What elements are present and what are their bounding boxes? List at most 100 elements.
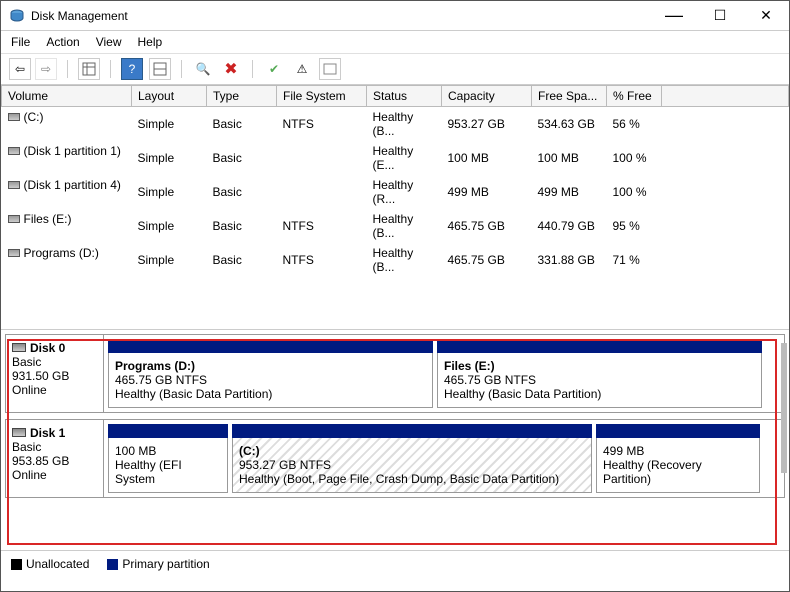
volume-capacity: 100 MB [442,141,532,175]
partition-body[interactable]: Files (E:)465.75 GB NTFS Healthy (Basic … [437,353,762,408]
menu-file[interactable]: File [11,35,30,49]
volume-fs [277,175,367,209]
disk-state: Online [12,468,97,482]
maximize-button[interactable]: ☐ [697,1,743,31]
legend-unallocated-label: Unallocated [26,557,89,571]
partition[interactable]: Files (E:)465.75 GB NTFS Healthy (Basic … [437,339,762,408]
menu-action[interactable]: Action [46,35,79,49]
partition-status: Healthy (EFI System [115,458,221,486]
volume-capacity: 953.27 GB [442,107,532,142]
disk-graphical-view[interactable]: Disk 0 Basic 931.50 GB OnlinePrograms (D… [1,330,789,550]
volume-pct: 56 % [607,107,662,142]
col-pct[interactable]: % Free [607,86,662,107]
disk-row[interactable]: Disk 1 Basic 953.85 GB Online100 MB Heal… [5,419,785,498]
toolbar-list-icon[interactable] [149,58,171,80]
volume-name: (Disk 1 partition 1) [24,144,121,158]
volume-layout: Simple [132,141,207,175]
partition-size: 100 MB [115,444,221,458]
volume-name: Files (E:) [24,212,72,226]
volume-capacity: 465.75 GB [442,209,532,243]
legend: Unallocated Primary partition [1,550,789,577]
volume-row[interactable]: Programs (D:) Simple Basic NTFS Healthy … [2,243,789,277]
disk-name: Disk 1 [30,426,65,440]
partition-status: Healthy (Basic Data Partition) [115,387,426,401]
volume-free: 331.88 GB [532,243,607,277]
volume-type: Basic [207,243,277,277]
partition-body[interactable]: Programs (D:)465.75 GB NTFS Healthy (Bas… [108,353,433,408]
partition[interactable]: 499 MB Healthy (Recovery Partition) [596,424,760,493]
delete-icon[interactable]: ✖ [220,58,242,80]
disk-name: Disk 0 [30,341,65,355]
volume-row[interactable]: Files (E:) Simple Basic NTFS Healthy (B.… [2,209,789,243]
drive-icon [8,113,20,121]
minimize-button[interactable]: — [651,1,697,31]
toolbar-check-icon[interactable]: ✔ [263,58,285,80]
volume-status: Healthy (B... [367,243,442,277]
toolbar-warn-icon[interactable]: ⚠ [291,58,313,80]
help-button[interactable]: ? [121,58,143,80]
partition-status: Healthy (Recovery Partition) [603,458,753,486]
col-layout[interactable]: Layout [132,86,207,107]
partition-size: 953.27 GB NTFS [239,458,585,472]
volume-row[interactable]: (Disk 1 partition 4) Simple Basic Health… [2,175,789,209]
refresh-icon[interactable]: 🔍 [192,58,214,80]
close-button[interactable]: ✕ [743,1,789,31]
partition-body[interactable]: (C:)953.27 GB NTFS Healthy (Boot, Page F… [232,438,592,493]
partition-header [232,424,592,438]
toolbar-grid-icon[interactable] [78,58,100,80]
col-volume[interactable]: Volume [2,86,132,107]
toolbar: ⇦ ⇨ ? 🔍 ✖ ✔ ⚠ [1,54,789,85]
volume-pct: 100 % [607,141,662,175]
legend-primary-label: Primary partition [122,557,209,571]
volume-row[interactable]: (Disk 1 partition 1) Simple Basic Health… [2,141,789,175]
col-status[interactable]: Status [367,86,442,107]
partition-body[interactable]: 499 MB Healthy (Recovery Partition) [596,438,760,493]
disk-label[interactable]: Disk 1 Basic 953.85 GB Online [6,420,104,497]
partition-body[interactable]: 100 MB Healthy (EFI System [108,438,228,493]
menu-help[interactable]: Help [138,35,163,49]
disk-label[interactable]: Disk 0 Basic 931.50 GB Online [6,335,104,412]
toolbar-props-icon[interactable] [319,58,341,80]
legend-primary-swatch [107,559,118,570]
volume-name: (C:) [24,110,44,124]
volume-capacity: 499 MB [442,175,532,209]
partition-status: Healthy (Boot, Page File, Crash Dump, Ba… [239,472,585,486]
volume-free: 499 MB [532,175,607,209]
volume-fs [277,141,367,175]
disk-row[interactable]: Disk 0 Basic 931.50 GB OnlinePrograms (D… [5,334,785,413]
volume-pct: 71 % [607,243,662,277]
volume-free: 534.63 GB [532,107,607,142]
col-fs[interactable]: File System [277,86,367,107]
volume-list[interactable]: Volume Layout Type File System Status Ca… [1,85,789,330]
app-icon [9,8,25,24]
menubar: File Action View Help [1,31,789,54]
titlebar: Disk Management — ☐ ✕ [1,1,789,31]
volume-status: Healthy (B... [367,209,442,243]
volume-name: Programs (D:) [24,246,99,260]
drive-icon [8,215,20,223]
forward-button[interactable]: ⇨ [35,58,57,80]
back-button[interactable]: ⇦ [9,58,31,80]
partition-header [108,339,433,353]
scrollbar-thumb[interactable] [781,343,787,473]
volume-type: Basic [207,209,277,243]
disk-state: Online [12,383,97,397]
col-capacity[interactable]: Capacity [442,86,532,107]
app-title: Disk Management [31,9,128,23]
disk-type: Basic [12,440,97,454]
partition[interactable]: Programs (D:)465.75 GB NTFS Healthy (Bas… [108,339,433,408]
partition[interactable]: 100 MB Healthy (EFI System [108,424,228,493]
volume-type: Basic [207,107,277,142]
volume-type: Basic [207,141,277,175]
disk-type: Basic [12,355,97,369]
drive-icon [8,181,20,189]
partition-header [108,424,228,438]
volume-fs: NTFS [277,243,367,277]
partition[interactable]: (C:)953.27 GB NTFS Healthy (Boot, Page F… [232,424,592,493]
volume-layout: Simple [132,243,207,277]
partition-size: 465.75 GB NTFS [444,373,755,387]
menu-view[interactable]: View [96,35,122,49]
volume-row[interactable]: (C:) Simple Basic NTFS Healthy (B... 953… [2,107,789,142]
col-free[interactable]: Free Spa... [532,86,607,107]
col-type[interactable]: Type [207,86,277,107]
